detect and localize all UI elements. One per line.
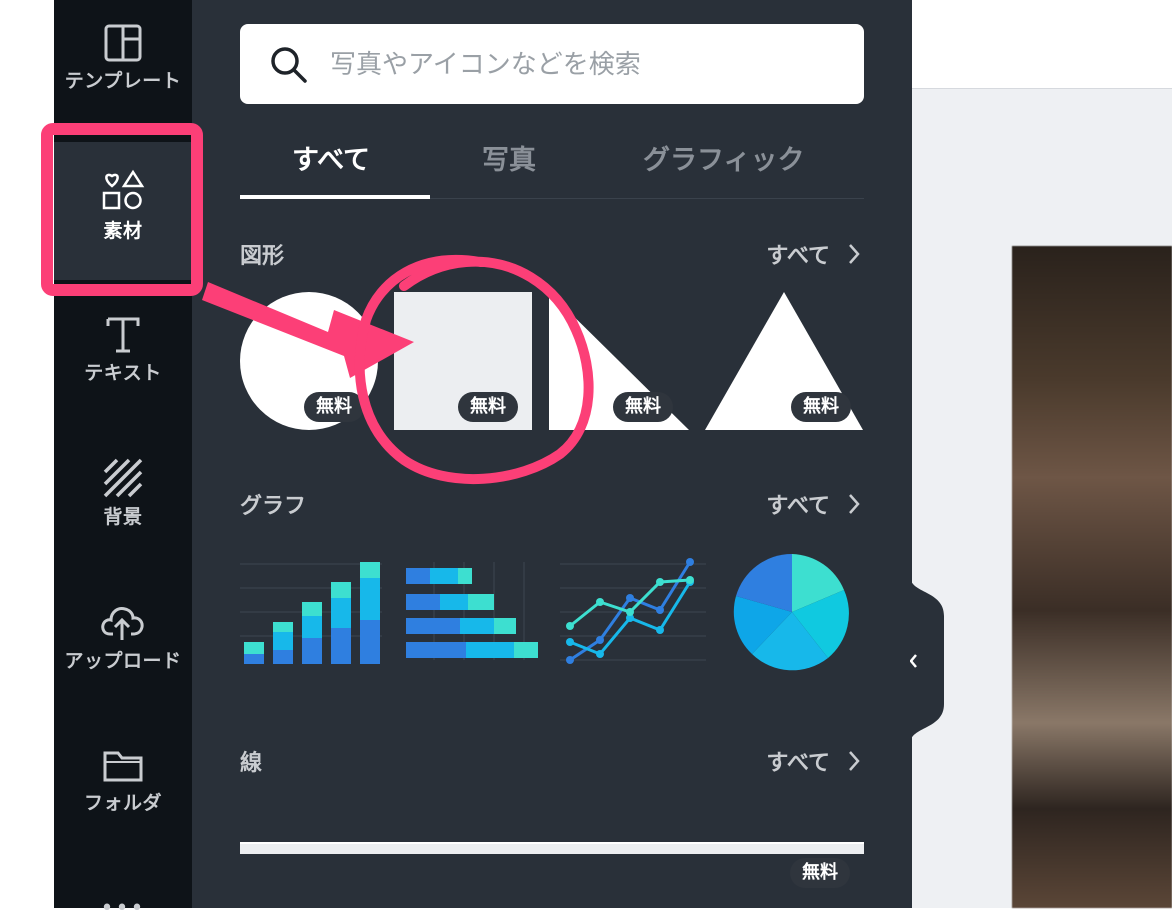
stacked-bar-chart-graphic bbox=[406, 562, 538, 660]
section-title-shapes: 図形 bbox=[240, 244, 285, 269]
search-input[interactable] bbox=[328, 44, 842, 86]
tab-all[interactable]: すべて bbox=[292, 138, 370, 177]
upload-cloud-icon bbox=[101, 607, 144, 640]
chart-stacked-bar[interactable] bbox=[404, 552, 540, 672]
pie-chart-graphic bbox=[733, 553, 849, 671]
nav-label-templates: テンプレート bbox=[64, 70, 182, 92]
nav-item-text[interactable]: テキスト bbox=[54, 316, 192, 385]
folder-icon bbox=[103, 751, 143, 782]
chart-stacked-column[interactable] bbox=[240, 552, 382, 672]
shape-right-triangle[interactable]: 無料 bbox=[549, 292, 689, 430]
see-all-shapes-link[interactable]: すべて bbox=[766, 238, 860, 270]
text-icon bbox=[106, 317, 140, 353]
chevron-right-icon bbox=[849, 751, 860, 771]
free-badge: 無料 bbox=[613, 392, 673, 422]
line-element-edge bbox=[240, 842, 864, 844]
nav-item-background[interactable]: 背景 bbox=[54, 458, 192, 529]
free-badge: 無料 bbox=[304, 392, 364, 422]
tab-active-indicator bbox=[240, 195, 430, 199]
stacked-column-chart-graphic bbox=[240, 562, 382, 664]
chart-pie[interactable] bbox=[732, 552, 852, 676]
see-all-charts-link[interactable]: すべて bbox=[766, 488, 860, 520]
shape-circle[interactable]: 無料 bbox=[240, 292, 380, 430]
side-nav: テンプレート 素材 テキスト 背景 アップロード フォルダ ••• bbox=[54, 0, 192, 921]
chevron-right-icon bbox=[849, 494, 860, 514]
panel-collapse-button[interactable] bbox=[910, 576, 944, 744]
editor-top-bar bbox=[912, 0, 1172, 89]
elements-icon bbox=[102, 169, 145, 210]
shape-square[interactable]: 無料 bbox=[394, 292, 534, 430]
chart-line[interactable] bbox=[560, 552, 706, 672]
section-title-charts: グラフ bbox=[240, 494, 307, 519]
nav-more-icon[interactable]: ••• bbox=[54, 896, 192, 921]
see-all-charts-label: すべて bbox=[766, 494, 830, 519]
shape-triangle[interactable]: 無料 bbox=[705, 292, 863, 430]
nav-label-background: 背景 bbox=[103, 506, 143, 528]
nav-item-uploads[interactable]: アップロード bbox=[54, 602, 192, 673]
section-title-lines: 線 bbox=[240, 751, 263, 776]
see-all-shapes-label: すべて bbox=[766, 244, 830, 269]
template-icon bbox=[104, 24, 142, 62]
canvas-photo[interactable] bbox=[1012, 246, 1172, 908]
left-margin bbox=[0, 0, 54, 908]
nav-label-uploads: アップロード bbox=[64, 650, 182, 672]
nav-item-elements[interactable]: 素材 bbox=[54, 142, 192, 280]
search-icon bbox=[271, 47, 307, 83]
nav-label-elements: 素材 bbox=[103, 220, 143, 242]
free-badge: 無料 bbox=[458, 392, 518, 422]
line-chart-graphic bbox=[560, 558, 706, 664]
nav-item-templates[interactable]: テンプレート bbox=[54, 24, 192, 93]
chevron-right-icon bbox=[849, 244, 860, 264]
nav-label-folders: フォルダ bbox=[83, 792, 162, 814]
nav-item-folders[interactable]: フォルダ bbox=[54, 748, 192, 815]
background-icon bbox=[103, 458, 143, 498]
search-box[interactable] bbox=[240, 24, 864, 104]
free-badge: 無料 bbox=[790, 858, 850, 888]
see-all-lines-link[interactable]: すべて bbox=[766, 745, 860, 777]
tab-photos[interactable]: 写真 bbox=[482, 138, 536, 177]
tab-graphics[interactable]: グラフィック bbox=[643, 138, 804, 177]
nav-label-text: テキスト bbox=[84, 362, 162, 384]
see-all-lines-label: すべて bbox=[766, 751, 830, 776]
free-badge: 無料 bbox=[791, 392, 851, 422]
